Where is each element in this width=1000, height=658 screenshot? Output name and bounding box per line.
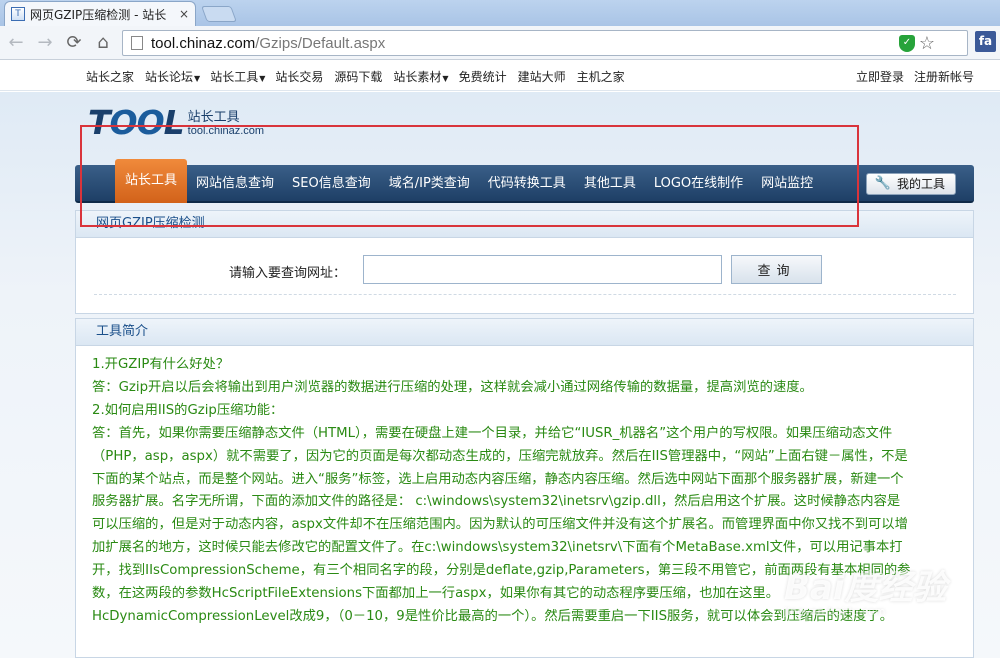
top-link-forum[interactable]: 站长论坛▼ [145,68,200,85]
intro-line: 服务器扩展。名字无所谓，下面的添加文件的路径是： c:\windows\syst… [92,494,901,510]
intro-line: 答：Gzip开启以后会将输出到用户浏览器的数据进行压缩的处理，这样就会减小通过网… [92,379,813,395]
my-tools-button[interactable]: 🔧 我的工具 [865,173,956,195]
site-top-bar: 站长之家 站长论坛▼ 站长工具▼ 站长交易 源码下载 站长素材▼ 免费统计 建站… [0,61,1000,91]
chevron-down-icon: ▼ [259,74,266,83]
top-link-tools[interactable]: 站长工具▼ [210,68,265,85]
wrench-icon: 🔧 [874,176,891,191]
new-tab-button[interactable] [201,6,237,22]
reload-icon[interactable]: ⟳ [61,30,87,56]
intro-line: 1.开GZIP有什么好处？ [92,357,230,372]
logo-name: 站长工具 [187,110,240,125]
intro-line: 答：首先，如果你需要压缩静态文件（HTML），需要在硬盘上建一个目录，并给它“I… [92,425,893,441]
watermark: Bai度经验 jingyan.baidu.com [784,568,947,618]
bookmark-star-icon[interactable]: ☆ [919,33,935,54]
security-shield-icon[interactable]: ✓ [899,35,915,52]
url-input[interactable] [363,255,722,284]
browser-tab-strip: T 网页GZIP压缩检测 - 站长 × [0,0,1000,26]
page-icon [131,36,143,50]
chevron-down-icon: ▼ [442,74,449,83]
url-label: 请输入要查询网址： [229,266,347,281]
site-favicon-icon: T [11,7,25,21]
home-icon[interactable]: ⌂ [90,30,116,56]
forward-arrow-icon[interactable]: → [32,30,58,56]
register-link[interactable]: 注册新帐号 [914,68,974,85]
login-link[interactable]: 立即登录 [856,68,904,85]
my-tools-label: 我的工具 [896,177,945,191]
tab-close-icon[interactable]: × [179,7,189,21]
highlight-box [80,125,859,227]
url-host: tool.chinaz.com [151,34,256,52]
top-link-trade[interactable]: 站长交易 [275,68,324,85]
intro-panel-title: 工具简介 [76,319,973,346]
tab-title: 网页GZIP压缩检测 - 站长 [30,7,167,22]
url-form: 请输入要查询网址： 查询 [76,255,973,285]
top-link-assets[interactable]: 站长素材▼ [393,68,448,85]
intro-line: 下面的某个站点，而是整个网站。进入“服务”标签，选上启用动态内容压缩，静态内容压… [92,471,904,487]
intro-line: （PHP，asp，aspx）就不需要了，因为它的页面是每次都动态生成的，压缩完就… [92,448,908,464]
intro-line: 可以压缩的，但是对于动态内容，aspx文件却不在压缩范围内。因为默认的可压缩文件… [92,517,908,533]
url-path: /Gzips/Default.aspx [255,34,386,52]
top-link-host[interactable]: 主机之家 [577,68,626,85]
intro-line: 加扩展名的地方，这时候只能去修改它的配置文件了。在c:\windows\syst… [92,540,903,556]
address-bar[interactable]: tool.chinaz.com/Gzips/Default.aspx ✓ ☆ [122,30,968,56]
top-link-source[interactable]: 源码下载 [334,68,383,85]
back-arrow-icon[interactable]: ← [3,30,29,56]
intro-line: 2.如何启用IIS的Gzip压缩功能： [92,402,284,418]
top-link-stats[interactable]: 免费统计 [459,68,508,85]
top-link-zhanzhang-zhijia[interactable]: 站长之家 [86,68,135,85]
browser-tab[interactable]: T 网页GZIP压缩检测 - 站长 × [4,1,196,26]
facebook-extension-icon[interactable]: fa [975,31,996,52]
divider [94,294,956,295]
top-link-builder[interactable]: 建站大师 [518,68,567,85]
browser-toolbar: ← → ⟳ ⌂ tool.chinaz.com/Gzips/Default.as… [0,26,1000,60]
chevron-down-icon: ▼ [194,74,201,83]
query-button[interactable]: 查询 [731,255,822,284]
site-top-links: 站长之家 站长论坛▼ 站长工具▼ 站长交易 源码下载 站长素材▼ 免费统计 建站… [86,68,636,85]
